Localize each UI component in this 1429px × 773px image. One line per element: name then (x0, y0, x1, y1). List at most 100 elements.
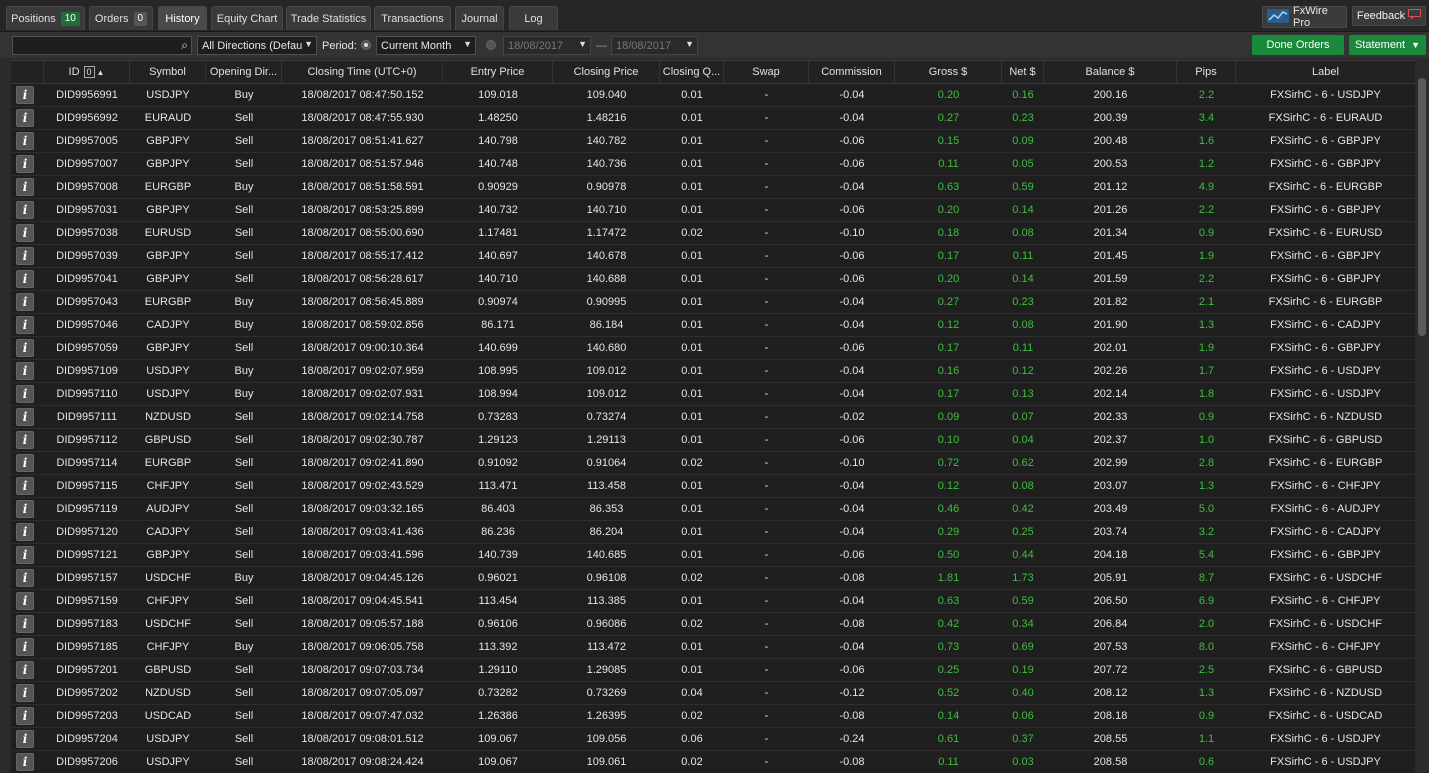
table-row[interactable]: i DID9957185 CHFJPY Buy 18/08/2017 09:06:05.… (11, 636, 1415, 659)
table-row[interactable]: i DID9957204 USDJPY Sell 18/08/2017 09:08:01… (11, 728, 1415, 751)
tab-transactions[interactable]: Transactions (374, 6, 451, 30)
info-icon[interactable]: i (16, 730, 34, 748)
table-row[interactable]: i DID9957202 NZDUSD Sell 18/08/2017 09:07:05… (11, 682, 1415, 705)
column-header-label[interactable]: Label (1236, 61, 1415, 83)
table-row[interactable]: i DID9957043 EURGBP Buy 18/08/2017 08:56:45.… (11, 291, 1415, 314)
table-row[interactable]: i DID9957046 CADJPY Buy 18/08/2017 08:59:02.… (11, 314, 1415, 337)
table-row[interactable]: i DID9957112 GBPUSD Sell 18/08/2017 09:02:30… (11, 429, 1415, 452)
table-row[interactable]: i DID9957201 GBPUSD Sell 18/08/2017 09:07:03… (11, 659, 1415, 682)
table-row[interactable]: i DID9957007 GBPJPY Sell 18/08/2017 08:51:57… (11, 153, 1415, 176)
tab-journal[interactable]: Journal (455, 6, 504, 30)
custom-range-radio[interactable] (486, 40, 496, 50)
info-icon[interactable]: i (16, 431, 34, 449)
info-icon[interactable]: i (16, 270, 34, 288)
info-icon[interactable]: i (16, 293, 34, 311)
table-row[interactable]: i DID9957109 USDJPY Buy 18/08/2017 09:02:07.… (11, 360, 1415, 383)
tab-history[interactable]: History (158, 6, 207, 30)
info-icon[interactable]: i (16, 546, 34, 564)
info-icon[interactable]: i (16, 615, 34, 633)
info-icon[interactable]: i (16, 477, 34, 495)
table-row[interactable]: i DID9957114 EURGBP Sell 18/08/2017 09:02:41… (11, 452, 1415, 475)
info-icon[interactable]: i (16, 707, 34, 725)
tab-log[interactable]: Log (509, 6, 558, 30)
info-icon[interactable]: i (16, 454, 34, 472)
table-row[interactable]: i DID9956992 EURAUD Sell 18/08/2017 08:47:55… (11, 107, 1415, 130)
table-row[interactable]: i DID9957005 GBPJPY Sell 18/08/2017 08:51:41… (11, 130, 1415, 153)
table-row[interactable]: i DID9957183 USDCHF Sell 18/08/2017 09:05:57… (11, 613, 1415, 636)
fxwire-pro-button[interactable]: FxWire Pro (1262, 5, 1347, 29)
tab-equity-chart[interactable]: Equity Chart (211, 6, 283, 30)
column-header-commission[interactable]: Commission (809, 61, 895, 83)
table-row[interactable]: i DID9957111 NZDUSD Sell 18/08/2017 09:02:14… (11, 406, 1415, 429)
column-header-net[interactable]: Net $ (1002, 61, 1044, 83)
column-header-symbol[interactable]: Symbol (130, 61, 206, 83)
period-preset-radio[interactable] (361, 40, 371, 50)
info-icon[interactable]: i (16, 638, 34, 656)
table-row[interactable]: i DID9957059 GBPJPY Sell 18/08/2017 09:00:10… (11, 337, 1415, 360)
column-header-gross[interactable]: Gross $ (895, 61, 1002, 83)
info-icon[interactable]: i (16, 339, 34, 357)
table-row[interactable]: i DID9957110 USDJPY Buy 18/08/2017 09:02:07.… (11, 383, 1415, 406)
info-icon[interactable]: i (16, 684, 34, 702)
column-header-balance[interactable]: Balance $ (1044, 61, 1177, 83)
table-row[interactable]: i DID9957115 CHFJPY Sell 18/08/2017 09:02:43… (11, 475, 1415, 498)
scrollbar-thumb[interactable] (1418, 78, 1426, 336)
column-header-closing-quantity[interactable]: Closing Q... (660, 61, 724, 83)
column-header-entry-price[interactable]: Entry Price (443, 61, 553, 83)
info-icon[interactable]: i (16, 753, 34, 771)
info-icon[interactable]: i (16, 155, 34, 173)
search-icon[interactable]: ⌕ (181, 38, 188, 53)
info-icon[interactable]: i (16, 362, 34, 380)
table-row[interactable]: i DID9957159 CHFJPY Sell 18/08/2017 09:04:45… (11, 590, 1415, 613)
table-row[interactable]: i DID9957041 GBPJPY Sell 18/08/2017 08:56:28… (11, 268, 1415, 291)
cell-closing-price: 109.061 (586, 756, 627, 768)
period-select[interactable]: Current Month ▼ (376, 36, 476, 55)
table-row[interactable]: i DID9957157 USDCHF Buy 18/08/2017 09:04:45.… (11, 567, 1415, 590)
info-icon[interactable]: i (16, 178, 34, 196)
table-row[interactable]: i DID9957121 GBPJPY Sell 18/08/2017 09:03:41… (11, 544, 1415, 567)
column-header-swap[interactable]: Swap (724, 61, 809, 83)
search-input[interactable] (13, 37, 174, 56)
cell-symbol: USDCAD (144, 710, 192, 722)
cell-closing-time: 18/08/2017 08:47:50.152 (301, 89, 424, 101)
table-row[interactable]: i DID9957120 CADJPY Sell 18/08/2017 09:03:41… (11, 521, 1415, 544)
column-header-closing-price[interactable]: Closing Price (553, 61, 660, 83)
statement-button[interactable]: Statement ▼ (1349, 35, 1426, 55)
info-icon[interactable]: i (16, 224, 34, 242)
feedback-button[interactable]: Feedback (1352, 6, 1426, 26)
info-icon[interactable]: i (16, 408, 34, 426)
date-to-field[interactable]: 18/08/2017 ▼ (611, 36, 698, 55)
column-header-id[interactable]: ID 0 ▲ (44, 61, 130, 83)
column-header-pips[interactable]: Pips (1177, 61, 1236, 83)
table-row[interactable]: i DID9956991 USDJPY Buy 18/08/2017 08:47:50.… (11, 84, 1415, 107)
info-icon[interactable]: i (16, 109, 34, 127)
info-icon[interactable]: i (16, 201, 34, 219)
vertical-scrollbar[interactable] (1416, 60, 1429, 772)
info-icon[interactable]: i (16, 247, 34, 265)
table-row[interactable]: i DID9957031 GBPJPY Sell 18/08/2017 08:53:25… (11, 199, 1415, 222)
info-icon[interactable]: i (16, 592, 34, 610)
table-row[interactable]: i DID9957203 USDCAD Sell 18/08/2017 09:07:47… (11, 705, 1415, 728)
tab-positions[interactable]: Positions 10 (6, 6, 85, 30)
cell-swap: - (764, 112, 769, 124)
info-icon[interactable]: i (16, 500, 34, 518)
info-icon[interactable]: i (16, 132, 34, 150)
info-icon[interactable]: i (16, 569, 34, 587)
table-row[interactable]: i DID9957119 AUDJPY Sell 18/08/2017 09:03:32… (11, 498, 1415, 521)
tab-orders[interactable]: Orders 0 (89, 6, 153, 30)
tab-trade-statistics[interactable]: Trade Statistics (286, 6, 371, 30)
table-row[interactable]: i DID9957038 EURUSD Sell 18/08/2017 08:55:00… (11, 222, 1415, 245)
table-row[interactable]: i DID9957206 USDJPY Sell 18/08/2017 09:08:24… (11, 751, 1415, 773)
info-icon[interactable]: i (16, 385, 34, 403)
direction-select[interactable]: All Directions (Default) ▼ (197, 36, 317, 55)
info-icon[interactable]: i (16, 316, 34, 334)
column-header-closing-time[interactable]: Closing Time (UTC+0) (282, 61, 443, 83)
date-from-field[interactable]: 18/08/2017 ▼ (503, 36, 591, 55)
table-row[interactable]: i DID9957008 EURGBP Buy 18/08/2017 08:51:58.… (11, 176, 1415, 199)
info-icon[interactable]: i (16, 661, 34, 679)
info-icon[interactable]: i (16, 523, 34, 541)
column-header-opening-direction[interactable]: Opening Dir... (206, 61, 282, 83)
done-orders-button[interactable]: Done Orders (1252, 35, 1344, 55)
table-row[interactable]: i DID9957039 GBPJPY Sell 18/08/2017 08:55:17… (11, 245, 1415, 268)
info-icon[interactable]: i (16, 86, 34, 104)
